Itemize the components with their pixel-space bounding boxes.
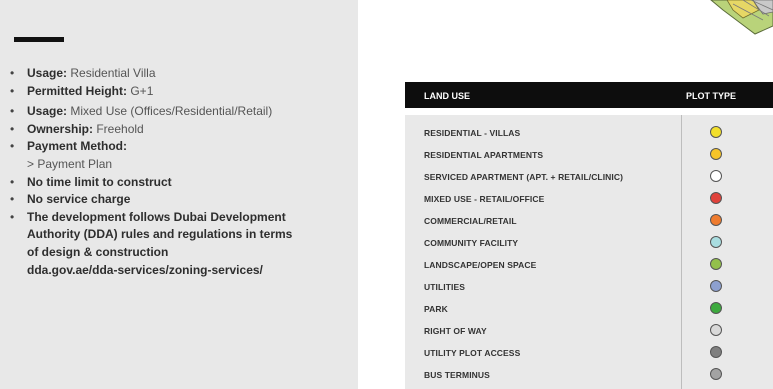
list-continuation: dda.gov.ae/dda-services/zoning-services/: [8, 262, 292, 280]
item-text: Authority (DDA) rules and regulations in…: [27, 227, 293, 242]
plot-type-swatch: [710, 302, 722, 314]
table-row: LANDSCAPE/OPEN SPACE: [405, 254, 773, 276]
table-row: MIXED USE - RETAIL/OFFICE: [405, 188, 773, 210]
table-header: LAND USE PLOT TYPE: [405, 82, 773, 108]
plot-type-swatch: [710, 346, 722, 358]
plot-type-swatch: [710, 214, 722, 226]
item-value: Residential Villa: [67, 66, 156, 80]
table-row: RESIDENTIAL - VILLAS: [405, 122, 773, 144]
list-item: Ownership: Freehold: [8, 121, 292, 139]
land-use-label: LANDSCAPE/OPEN SPACE: [424, 260, 537, 270]
feature-list: Usage: Residential Villa Permitted Heigh…: [8, 65, 292, 279]
column-header-plot-type: PLOT TYPE: [686, 91, 737, 101]
info-panel: Usage: Residential Villa Permitted Heigh…: [0, 0, 358, 389]
item-key: Permitted Height:: [27, 83, 128, 98]
plot-type-swatch: [710, 368, 722, 380]
item-key: No time limit to construct: [27, 174, 172, 189]
list-item: Usage: Mixed Use (Offices/Residential/Re…: [8, 103, 292, 121]
land-use-label: PARK: [424, 304, 448, 314]
land-use-label: UTILITIES: [424, 282, 466, 292]
table-row: RESIDENTIAL APARTMENTS: [405, 144, 773, 166]
item-link-text: dda.gov.ae/dda-services/zoning-services/: [27, 262, 263, 277]
table-body: RESIDENTIAL - VILLAS RESIDENTIAL APARTMEN…: [405, 115, 773, 389]
item-key: The development follows Dubai Developmen…: [27, 209, 286, 224]
table-row: BUS TERMINUS: [405, 364, 773, 386]
land-use-label: RESIDENTIAL - VILLAS: [424, 128, 521, 138]
item-key: Usage:: [27, 66, 68, 80]
list-item: No time limit to construct: [8, 174, 292, 192]
table-row: SERVICED APARTMENT (APT. + RETAIL/CLINIC…: [405, 166, 773, 188]
item-value: > Payment Plan: [27, 156, 113, 171]
list-continuation: Authority (DDA) rules and regulations in…: [8, 226, 292, 244]
land-use-label: RESIDENTIAL APARTMENTS: [424, 150, 544, 160]
land-use-label: RIGHT OF WAY: [424, 326, 487, 336]
land-use-label: MIXED USE - RETAIL/OFFICE: [424, 194, 545, 204]
masterplan-map-fragment: [693, 0, 773, 40]
item-key: Ownership:: [27, 121, 94, 136]
plot-type-swatch: [710, 258, 722, 270]
table-row: UTILITY PLOT ACCESS: [405, 342, 773, 364]
item-value: G+1: [127, 83, 154, 98]
plot-type-swatch: [710, 148, 722, 160]
table-row: RIGHT OF WAY: [405, 320, 773, 342]
land-use-label: UTILITY PLOT ACCESS: [424, 348, 521, 358]
list-item: Permitted Height: G+1: [8, 83, 292, 101]
plot-type-swatch: [710, 126, 722, 138]
item-value: Freehold: [93, 121, 144, 136]
item-text: of design & construction: [27, 244, 169, 259]
plot-type-swatch: [710, 280, 722, 292]
plot-type-swatch: [710, 324, 722, 336]
list-subitem: > Payment Plan: [8, 156, 292, 174]
table-row: UTILITIES: [405, 276, 773, 298]
table-row: COMMUNITY FACILITY: [405, 232, 773, 254]
item-key: Payment Method:: [27, 139, 128, 154]
land-use-table: LAND USE PLOT TYPE RESIDENTIAL - VILLAS R…: [405, 82, 773, 389]
plot-type-swatch: [710, 192, 722, 204]
plot-type-swatch: [710, 236, 722, 248]
table-row: PARK: [405, 298, 773, 320]
list-item: No service charge: [8, 191, 292, 209]
table-row: COMMERCIAL/RETAIL: [405, 210, 773, 232]
item-key: No service charge: [27, 192, 131, 207]
item-key: Usage:: [27, 104, 68, 119]
land-use-label: COMMERCIAL/RETAIL: [424, 216, 517, 226]
list-continuation: of design & construction: [8, 244, 292, 262]
list-item: The development follows Dubai Developmen…: [8, 209, 292, 227]
list-item: Usage: Residential Villa: [8, 65, 292, 83]
column-header-land-use: LAND USE: [424, 91, 471, 101]
section-dash: [14, 37, 64, 42]
plot-type-swatch: [710, 170, 722, 182]
list-item: Payment Method:: [8, 138, 292, 156]
land-use-label: COMMUNITY FACILITY: [424, 238, 519, 248]
land-use-label: SERVICED APARTMENT (APT. + RETAIL/CLINIC…: [424, 172, 624, 182]
item-value: Mixed Use (Offices/Residential/Retail): [67, 104, 273, 119]
land-use-label: BUS TERMINUS: [424, 370, 490, 380]
